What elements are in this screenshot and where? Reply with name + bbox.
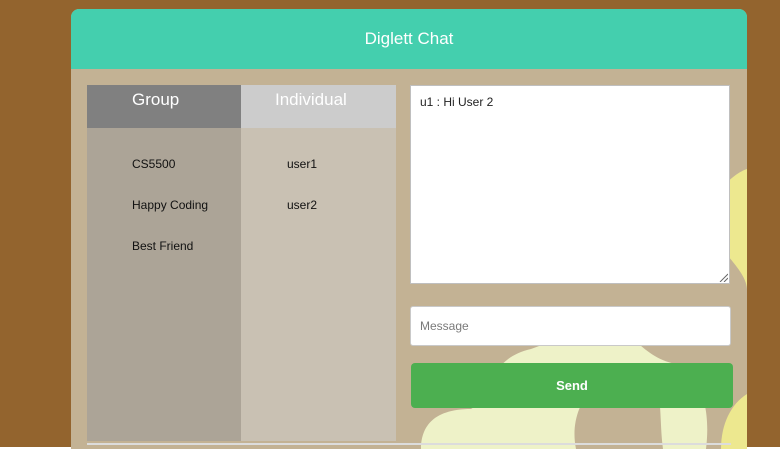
chat-log-textarea[interactable]: u1 : Hi User 2 xyxy=(410,85,730,284)
chat-log-message: u1 : Hi User 2 xyxy=(420,95,494,109)
individual-list: user1 user2 xyxy=(241,128,396,239)
tab-individual[interactable]: Individual xyxy=(241,85,396,128)
panel-divider xyxy=(87,443,731,445)
group-list: CS5500 Happy Coding Best Friend xyxy=(87,128,241,280)
individual-column: Individual user1 user2 xyxy=(241,85,396,441)
group-item-cs5500[interactable]: CS5500 xyxy=(132,157,241,198)
tab-group[interactable]: Group xyxy=(87,85,241,128)
individual-item-user1[interactable]: user1 xyxy=(287,157,396,198)
conversation-tabs: Group CS5500 Happy Coding Best Friend In… xyxy=(87,85,396,441)
individual-item-user2[interactable]: user2 xyxy=(287,198,396,239)
chat-app-window: Diglett Chat Group CS5500 Happy Coding B… xyxy=(71,9,747,449)
app-header: Diglett Chat xyxy=(71,9,747,69)
send-button[interactable]: Send xyxy=(411,363,733,408)
group-item-happy-coding[interactable]: Happy Coding xyxy=(132,198,241,239)
resize-handle-icon[interactable] xyxy=(719,273,728,282)
group-column: Group CS5500 Happy Coding Best Friend xyxy=(87,85,241,441)
message-input[interactable] xyxy=(410,306,731,346)
app-title: Diglett Chat xyxy=(364,29,454,48)
group-item-best-friend[interactable]: Best Friend xyxy=(132,239,241,280)
